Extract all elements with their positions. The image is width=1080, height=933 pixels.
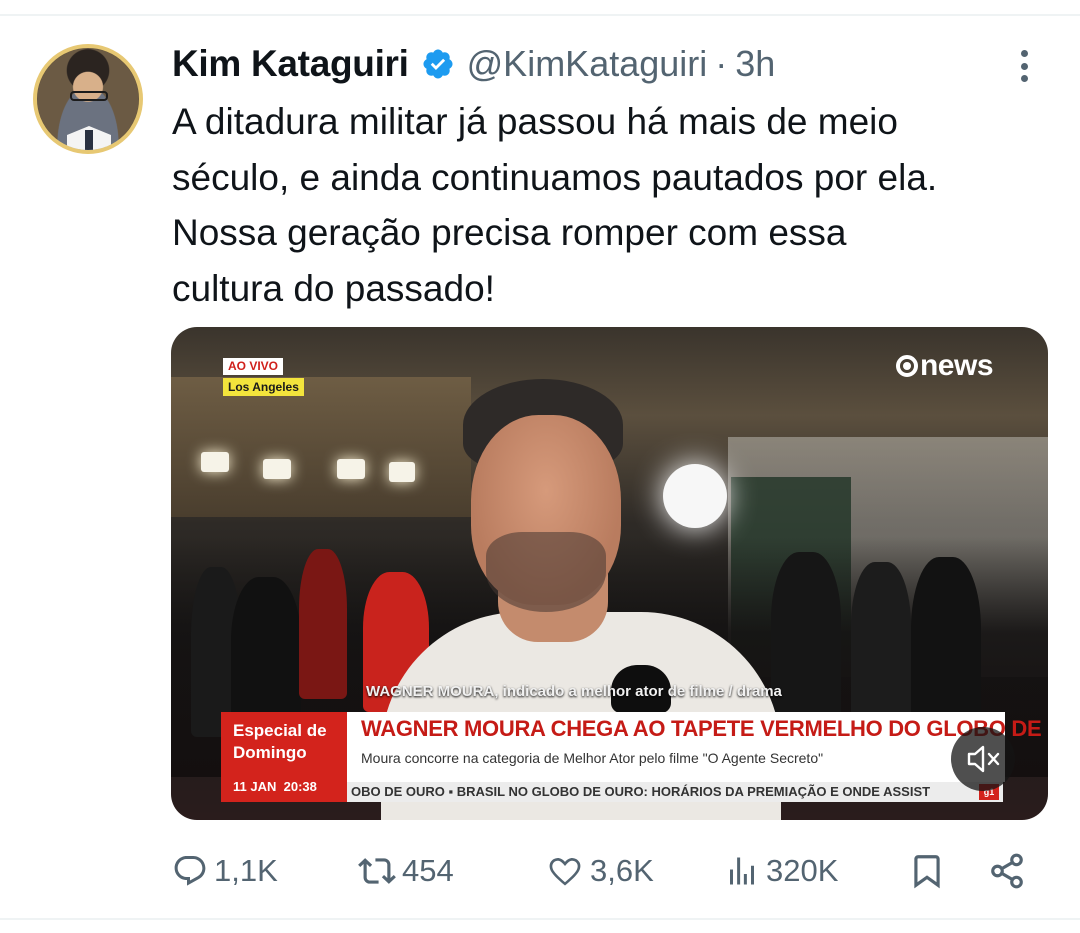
timestamp[interactable]: 3h	[735, 43, 775, 85]
subject-beard	[486, 532, 606, 612]
reply-button[interactable]: 1,1K	[172, 846, 278, 896]
bookmark-button[interactable]	[908, 846, 946, 896]
subheadline: Moura concorre na categoria de Melhor At…	[361, 750, 824, 766]
bookmark-icon	[914, 855, 940, 889]
studio-light	[263, 459, 291, 479]
tweet-text-line: cultura do passado!	[172, 267, 495, 309]
repost-count: 454	[402, 853, 454, 888]
bottom-divider	[0, 918, 1080, 920]
video-player[interactable]: AO VIVO Los Angeles news WAGNER MOURA, i…	[171, 327, 1048, 820]
handle[interactable]: @KimKataguiri	[467, 43, 708, 85]
separator-dot: ·	[715, 43, 728, 84]
views-icon	[730, 857, 754, 885]
studio-light	[201, 452, 229, 472]
views-button[interactable]: 320K	[724, 846, 838, 896]
views-count: 320K	[766, 853, 839, 888]
more-options-icon[interactable]	[1010, 46, 1038, 86]
channel-logo-text: news	[919, 349, 994, 382]
headline: WAGNER MOURA CHEGA AO TAPETE VERMELHO DO…	[361, 716, 1048, 741]
lower-third-show: Especial de Domingo 11 JAN 20:38	[221, 712, 347, 802]
news-ticker: OBO DE OURO ▪ BRASIL NO GLOBO DE OURO: H…	[347, 782, 1003, 802]
share-icon	[991, 853, 1023, 889]
tweet-text-line: Nossa geração precisa romper com essa	[172, 212, 847, 253]
channel-logo: news	[895, 349, 994, 383]
like-button[interactable]: 3,6K	[546, 846, 654, 896]
tweet-text-line: A ditadura militar já passou há mais de …	[172, 101, 898, 142]
lower-third-headline: WAGNER MOURA CHEGA AO TAPETE VERMELHO DO…	[347, 712, 1048, 782]
like-icon	[549, 858, 581, 886]
display-name[interactable]: Kim Kataguiri	[172, 43, 409, 85]
reply-count: 1,1K	[214, 853, 278, 888]
top-divider	[0, 14, 1080, 16]
avatar[interactable]	[33, 44, 143, 154]
verified-badge-icon[interactable]	[421, 47, 455, 81]
repost-button[interactable]: 454	[358, 846, 454, 896]
mute-button[interactable]	[951, 727, 1015, 791]
crowd-person	[911, 557, 981, 737]
like-count: 3,6K	[590, 853, 654, 888]
studio-light	[337, 459, 365, 479]
mute-icon	[967, 745, 1000, 773]
studio-light	[389, 462, 415, 482]
repost-icon	[358, 858, 396, 884]
date-text: 11 JAN	[233, 779, 277, 794]
caption-name: WAGNER MOURA, indicado a melhor ator de …	[366, 683, 782, 700]
show-date: 11 JAN 20:38	[233, 779, 317, 794]
globo-logo-icon	[895, 355, 918, 377]
show-title: Especial de Domingo	[233, 721, 327, 762]
share-button[interactable]	[988, 846, 1026, 896]
tweet-header: Kim Kataguiri @KimKataguiri · 3h	[172, 40, 775, 88]
action-bar: 1,1K 454 3,6K 320K	[172, 846, 1032, 896]
crowd-person	[851, 562, 911, 722]
crowd-person	[299, 549, 347, 699]
video-background-wall	[171, 377, 471, 517]
reply-icon	[174, 856, 206, 886]
avatar-tie	[85, 130, 93, 150]
tweet-text-line: século, e ainda continuamos pautados por…	[172, 156, 938, 198]
clock-text: 20:38	[283, 779, 317, 794]
location-tag: Los Angeles	[223, 378, 304, 396]
avatar-glasses	[70, 91, 108, 101]
live-tag: AO VIVO	[223, 358, 284, 375]
video-spotlight	[663, 464, 727, 528]
tweet-text: A ditadura militar já passou há mais de …	[172, 94, 1062, 316]
